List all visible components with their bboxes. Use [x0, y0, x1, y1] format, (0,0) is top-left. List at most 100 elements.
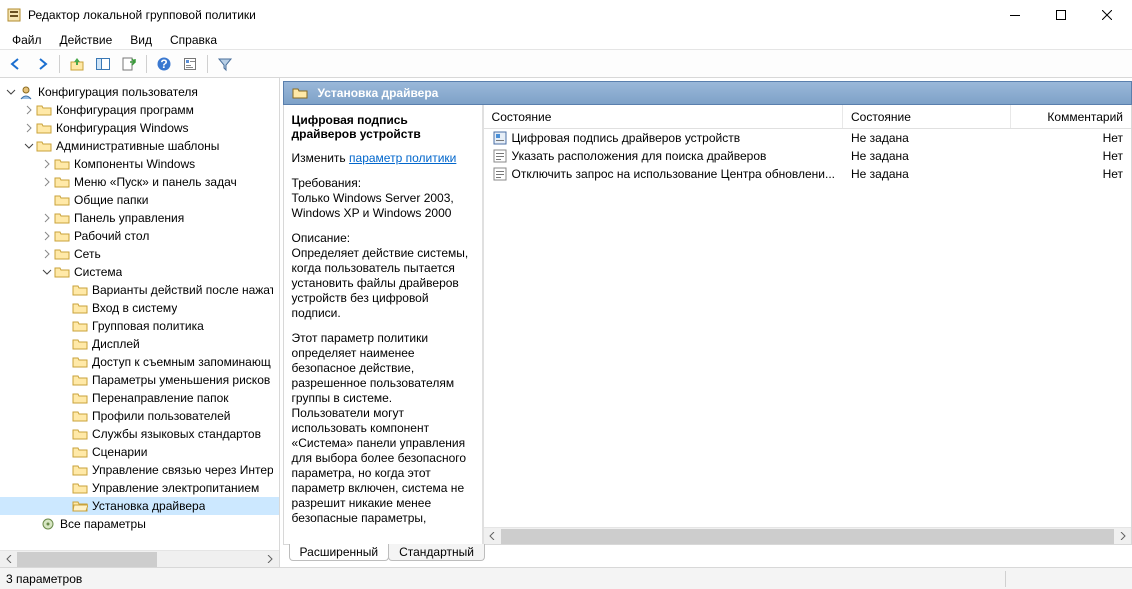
folder-icon	[292, 85, 308, 101]
chevron-right-icon[interactable]	[40, 175, 54, 189]
setting-cell: Цифровая подпись драйверов устройств	[484, 130, 843, 146]
menu-action[interactable]: Действие	[52, 31, 121, 49]
folder-icon	[36, 120, 52, 136]
tree-node-sys-driverinstall[interactable]: Установка драйвера	[0, 497, 279, 515]
requirements-label: Требования:	[292, 176, 362, 190]
folder-icon	[72, 318, 88, 334]
folder-icon	[72, 300, 88, 316]
scroll-left-icon[interactable]	[0, 551, 17, 568]
tree-node-shared-folders[interactable]: Общие папки	[0, 191, 279, 209]
list-row[interactable]: Цифровая подпись драйверов устройств Не …	[484, 129, 1131, 147]
chevron-right-icon[interactable]	[22, 121, 36, 135]
chevron-right-icon[interactable]	[40, 247, 54, 261]
edit-policy-line: Изменить параметр политики	[292, 151, 472, 166]
tree-label: Перенаправление папок	[92, 391, 229, 405]
policy-icon	[492, 148, 508, 164]
setting-comment: Нет	[1011, 149, 1131, 163]
edit-policy-link[interactable]: параметр политики	[349, 151, 456, 165]
tree-node-comp-windows[interactable]: Компоненты Windows	[0, 155, 279, 173]
folder-icon	[72, 480, 88, 496]
tree-node-win-config[interactable]: Конфигурация Windows	[0, 119, 279, 137]
chevron-right-icon[interactable]	[40, 229, 54, 243]
chevron-right-icon[interactable]	[40, 157, 54, 171]
tab-standard[interactable]: Стандартный	[388, 544, 485, 561]
maximize-button[interactable]	[1038, 0, 1084, 30]
tree-node-sys-langstandards[interactable]: Службы языковых стандартов	[0, 425, 279, 443]
chevron-right-icon[interactable]	[40, 211, 54, 225]
properties-button[interactable]	[178, 52, 202, 76]
menu-view[interactable]: Вид	[122, 31, 160, 49]
help-button[interactable]: ?	[152, 52, 176, 76]
scroll-right-icon[interactable]	[1114, 528, 1131, 545]
show-hide-tree-button[interactable]	[91, 52, 115, 76]
scroll-track[interactable]	[501, 529, 1114, 544]
folder-icon	[72, 372, 88, 388]
menu-help[interactable]: Справка	[162, 31, 225, 49]
tree-label: Меню «Пуск» и панель задач	[74, 175, 237, 189]
requirements-text: Только Windows Server 2003, Windows XP и…	[292, 191, 454, 220]
tree-label: Управление связью через Интерн	[92, 463, 273, 477]
scroll-left-icon[interactable]	[484, 528, 501, 545]
forward-button[interactable]	[30, 52, 54, 76]
chevron-right-icon[interactable]	[22, 103, 36, 117]
setting-title: Цифровая подпись драйверов устройств	[292, 113, 472, 141]
list-row[interactable]: Отключить запрос на использование Центра…	[484, 165, 1131, 183]
filter-button[interactable]	[213, 52, 237, 76]
tree-node-sys-removable[interactable]: Доступ к съемным запоминающ	[0, 353, 279, 371]
tab-extended[interactable]: Расширенный	[289, 544, 390, 561]
tree-node-all-settings[interactable]: Все параметры	[0, 515, 279, 533]
col-header-setting[interactable]: Состояние	[484, 105, 843, 128]
menu-file[interactable]: Файл	[4, 31, 50, 49]
tree-node-system[interactable]: Система	[0, 263, 279, 281]
tree-node-user-config[interactable]: Конфигурация пользователя	[0, 83, 279, 101]
setting-name: Указать расположения для поиска драйверо…	[512, 149, 767, 163]
settings-list: Состояние Состояние Комментарий Цифровая…	[484, 105, 1131, 544]
tree-node-start-taskbar[interactable]: Меню «Пуск» и панель задач	[0, 173, 279, 191]
description-text-2: Этот параметр политики определяет наимен…	[292, 331, 472, 526]
back-button[interactable]	[4, 52, 28, 76]
scroll-thumb[interactable]	[501, 529, 1114, 544]
tree-node-sys-scripts[interactable]: Сценарии	[0, 443, 279, 461]
menubar: Файл Действие Вид Справка	[0, 30, 1132, 50]
tree-node-sys-logon[interactable]: Вход в систему	[0, 299, 279, 317]
close-button[interactable]	[1084, 0, 1130, 30]
app-icon	[6, 7, 22, 23]
svg-text:?: ?	[160, 57, 167, 71]
col-header-comment[interactable]: Комментарий	[1011, 105, 1131, 128]
tree-node-prog-config[interactable]: Конфигурация программ	[0, 101, 279, 119]
tree-node-desktop[interactable]: Рабочий стол	[0, 227, 279, 245]
list-horizontal-scrollbar[interactable]	[484, 527, 1131, 544]
folder-open-icon	[72, 498, 88, 514]
tree-node-sys-folderredir[interactable]: Перенаправление папок	[0, 389, 279, 407]
chevron-down-icon[interactable]	[22, 139, 36, 153]
tree-scroll[interactable]: Конфигурация пользователя Конфигурация п…	[0, 83, 279, 550]
tree-node-sys-userprofiles[interactable]: Профили пользователей	[0, 407, 279, 425]
export-list-button[interactable]	[117, 52, 141, 76]
tree-node-sys-internetcomm[interactable]: Управление связью через Интерн	[0, 461, 279, 479]
tree-node-adm-templates[interactable]: Административные шаблоны	[0, 137, 279, 155]
tree-node-sys-mitigation[interactable]: Параметры уменьшения рисков	[0, 371, 279, 389]
chevron-down-icon[interactable]	[4, 85, 18, 99]
tree-node-sys-display[interactable]: Дисплей	[0, 335, 279, 353]
tree-node-sys-power[interactable]: Управление электропитанием	[0, 479, 279, 497]
tree-label: Варианты действий после нажати	[92, 283, 273, 297]
tree-node-network[interactable]: Сеть	[0, 245, 279, 263]
scroll-track[interactable]	[17, 552, 262, 567]
list-row[interactable]: Указать расположения для поиска драйверо…	[484, 147, 1131, 165]
tree-pane: Конфигурация пользователя Конфигурация п…	[0, 78, 280, 567]
description-label: Описание:	[292, 231, 351, 245]
scroll-thumb[interactable]	[17, 552, 157, 567]
tree-node-sys-gp[interactable]: Групповая политика	[0, 317, 279, 335]
description-text-1: Определяет действие системы, когда польз…	[292, 246, 469, 320]
chevron-down-icon[interactable]	[40, 265, 54, 279]
minimize-button[interactable]	[992, 0, 1038, 30]
tree-label: Рабочий стол	[74, 229, 149, 243]
status-divider	[1005, 571, 1006, 587]
col-header-state[interactable]: Состояние	[843, 105, 1011, 128]
list-body[interactable]: Цифровая подпись драйверов устройств Не …	[484, 129, 1131, 527]
tree-horizontal-scrollbar[interactable]	[0, 550, 279, 567]
scroll-right-icon[interactable]	[262, 551, 279, 568]
tree-node-ctrl-panel[interactable]: Панель управления	[0, 209, 279, 227]
tree-node-sys-poweractions[interactable]: Варианты действий после нажати	[0, 281, 279, 299]
up-level-button[interactable]	[65, 52, 89, 76]
